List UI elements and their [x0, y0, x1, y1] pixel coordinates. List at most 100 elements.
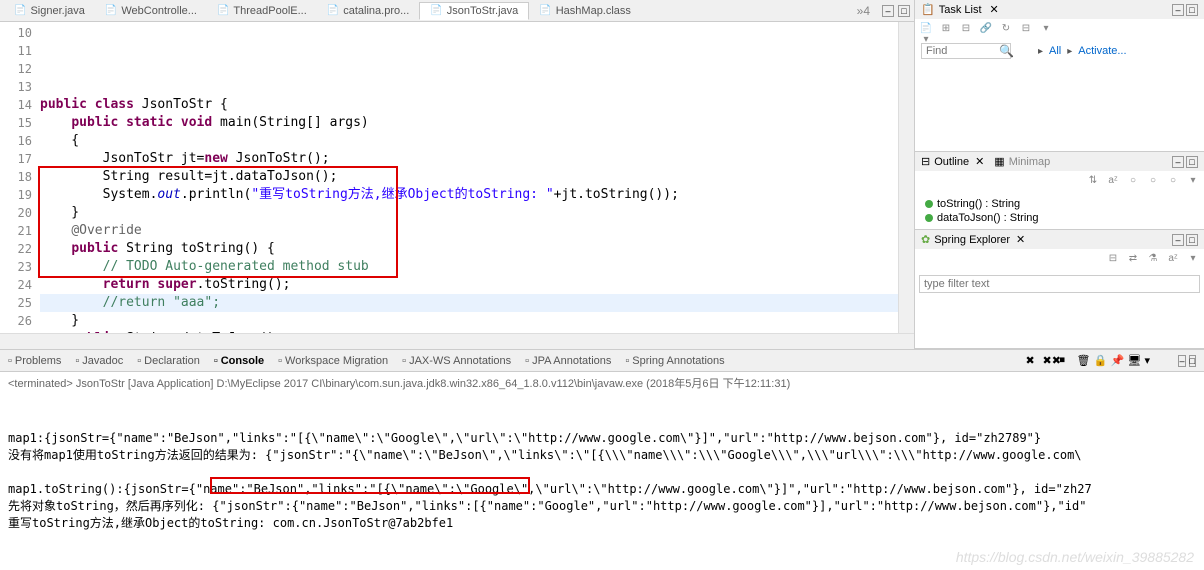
line-number: 10 [0, 24, 32, 42]
console-icon: ▫ [214, 355, 218, 367]
editor-tab[interactable]: 📄HashMap.class [529, 2, 641, 20]
editor-tab[interactable]: 📄JsonToStr.java [419, 2, 529, 20]
clear-icon[interactable]: 🗑 [1076, 354, 1090, 368]
maximize-icon[interactable]: □ [1186, 156, 1198, 168]
code-line[interactable]: // TODO Auto-generated method stub [40, 258, 898, 276]
bottom-tab[interactable]: ▫Declaration [137, 355, 200, 367]
activate-link[interactable]: Activate... [1078, 45, 1126, 57]
code-line[interactable]: String result=jt.dataToJson(); [40, 168, 898, 186]
collapse-icon[interactable]: ⊟ [1019, 23, 1033, 37]
bottom-tab[interactable]: ▫Spring Annotations [625, 355, 724, 367]
menu-icon[interactable]: ▾ [1186, 253, 1200, 267]
line-number: 22 [0, 240, 32, 258]
minimize-icon[interactable]: ‒ [1172, 234, 1184, 246]
hide-nonpublic-icon[interactable]: ○ [1166, 175, 1180, 189]
az-icon[interactable]: aᶻ [1106, 175, 1120, 189]
filter-icon[interactable]: ⚗ [1146, 253, 1160, 267]
arrow-right-icon: ▸ [1067, 46, 1072, 57]
bottom-tab[interactable]: ▫Workspace Migration [278, 355, 388, 367]
code-line[interactable]: public String toString() { [40, 240, 898, 258]
bottom-tab-label: Spring Annotations [632, 355, 724, 367]
remove-launch-icon[interactable]: ✖ [1025, 354, 1039, 368]
sync-icon[interactable]: ↻ [999, 23, 1013, 37]
hide-fields-icon[interactable]: ○ [1126, 175, 1140, 189]
bottom-tab[interactable]: ▫JPA Annotations [525, 355, 611, 367]
code-line[interactable]: JsonToStr jt=new JsonToStr(); [40, 150, 898, 168]
code-line[interactable]: return super.toString(); [40, 276, 898, 294]
maximize-icon[interactable]: □ [1186, 234, 1198, 246]
menu-icon[interactable]: ▾ [1039, 23, 1053, 37]
code-line[interactable] [40, 78, 898, 96]
menu-icon[interactable]: ▾ [1186, 175, 1200, 189]
code-editor[interactable]: 1011121314151617181920212223242526 publi… [0, 22, 914, 333]
maximize-icon[interactable]: □ [1186, 4, 1198, 16]
console-line: 没有将map1使用toString方法返回的结果为: {"jsonStr":"{… [8, 447, 1196, 464]
remove-all-icon[interactable]: ✖✖ [1042, 354, 1056, 368]
line-number: 26 [0, 312, 32, 330]
focus-icon[interactable]: ⊟ [959, 23, 973, 37]
code-line[interactable]: //return "aaa"; [40, 294, 898, 312]
display-icon[interactable]: 🖥 [1127, 354, 1141, 368]
editor-tab[interactable]: 📄ThreadPoolE... [207, 2, 317, 20]
link-editor-icon[interactable]: ⇄ [1126, 253, 1140, 267]
link-icon[interactable]: 🔗 [979, 23, 993, 37]
java-file-icon: 📄 [14, 5, 26, 16]
maximize-icon[interactable]: □ [1189, 355, 1196, 367]
minimize-icon[interactable]: ‒ [1172, 156, 1184, 168]
outline-label: dataToJson() : String [937, 212, 1039, 224]
pin-icon[interactable]: 📌 [1110, 354, 1124, 368]
code-line[interactable]: System.out.println("重写toString方法,继承Objec… [40, 186, 898, 204]
filter-input[interactable] [919, 275, 1200, 293]
code-line[interactable]: } [40, 312, 898, 330]
find-input[interactable] [921, 43, 1011, 59]
sort-icon[interactable]: ⇅ [1086, 175, 1100, 189]
editor-tab[interactable]: 📄WebControlle... [95, 2, 207, 20]
code-line[interactable]: { [40, 132, 898, 150]
terminate-icon[interactable]: ⏹ [1059, 354, 1073, 368]
scroll-lock-icon[interactable]: 🔒 [1093, 354, 1107, 368]
line-number: 24 [0, 276, 32, 294]
maximize-icon[interactable]: □ [898, 5, 910, 17]
console-line: map1:{jsonStr={"name":"BeJson","links":"… [8, 430, 1196, 447]
outline-item[interactable]: toString() : String [925, 197, 1194, 211]
hide-static-icon[interactable]: ○ [1146, 175, 1160, 189]
new-task-icon[interactable]: 📄▾ [919, 23, 933, 37]
more-tabs-indicator[interactable]: »4 [849, 4, 878, 18]
all-link[interactable]: All [1049, 45, 1061, 57]
bottom-tab[interactable]: ▫JAX-WS Annotations [402, 355, 511, 367]
open-console-icon[interactable]: ▾ [1144, 354, 1158, 368]
minimap-title[interactable]: Minimap [1009, 156, 1051, 168]
bottom-tab[interactable]: ▫Problems [8, 355, 61, 367]
minimize-icon[interactable]: ‒ [882, 5, 894, 17]
minimize-icon[interactable]: ‒ [1178, 355, 1185, 367]
tab-label: Signer.java [30, 5, 84, 17]
editor-tab[interactable]: 📄catalina.pro... [317, 2, 420, 20]
vertical-scrollbar[interactable] [898, 22, 914, 333]
minimize-icon[interactable]: ‒ [1172, 4, 1184, 16]
editor-tab[interactable]: 📄 Signer.java [4, 2, 95, 20]
categorize-icon[interactable]: ⊞ [939, 23, 953, 37]
search-icon[interactable]: 🔍 [999, 44, 1014, 58]
code-line[interactable]: public static void main(String[] args) [40, 114, 898, 132]
code-line[interactable]: @Override [40, 222, 898, 240]
console-line: map1.toString():{jsonStr={"name":"BeJson… [8, 481, 1196, 498]
code-line[interactable]: } [40, 204, 898, 222]
console-output[interactable]: map1:{jsonStr={"name":"BeJson","links":"… [0, 394, 1204, 534]
code-line[interactable]: public class JsonToStr { [40, 96, 898, 114]
sort-az-icon[interactable]: aᶻ [1166, 253, 1180, 267]
collapse-all-icon[interactable]: ⊟ [1106, 253, 1120, 267]
close-icon[interactable]: ✕ [975, 155, 984, 168]
outline-item[interactable]: dataToJson() : String [925, 211, 1194, 225]
bottom-tab[interactable]: ▫Javadoc [75, 355, 123, 367]
problems-icon: ▫ [8, 355, 12, 367]
method-icon [925, 214, 933, 222]
horizontal-scrollbar[interactable] [0, 333, 914, 349]
close-icon[interactable]: ✕ [990, 3, 999, 16]
bottom-tab[interactable]: ▫Console [214, 355, 264, 367]
close-icon[interactable]: ✕ [1016, 233, 1025, 246]
code-line[interactable]: public String dataToJson() [40, 330, 898, 333]
tab-label: catalina.pro... [343, 5, 409, 17]
line-number: 18 [0, 168, 32, 186]
minimap-icon: ▦ [994, 155, 1004, 168]
bottom-tab-label: JPA Annotations [532, 355, 611, 367]
